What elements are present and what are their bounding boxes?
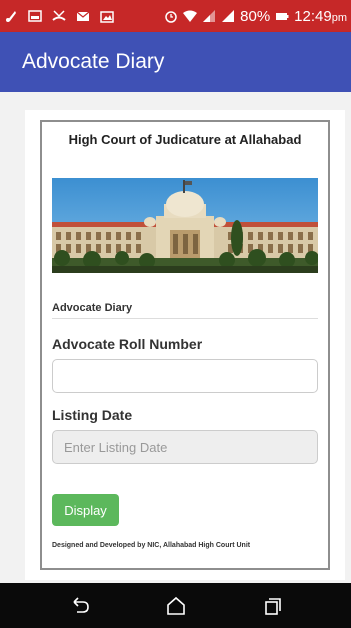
status-bar: 80% 12:49pm [0,0,351,32]
alarm-icon [164,9,178,23]
battery-percent: 80% [240,7,271,25]
image-icon [100,9,114,23]
clock: 12:49pm [294,8,347,25]
signal-icon [202,9,216,23]
app-bar: Advocate Diary [0,32,351,92]
credit-text: Designed and Developed by NIC, Allahabad… [52,542,251,549]
clock-suffix: pm [331,11,347,24]
section-divider [52,318,318,319]
back-icon[interactable] [68,594,92,618]
display-button[interactable]: Display [52,494,119,526]
home-icon[interactable] [164,594,188,618]
email-icon [76,9,90,23]
recents-icon[interactable] [261,594,285,618]
clock-time: 12:49 [294,7,332,25]
roll-number-label: Advocate Roll Number [52,336,203,352]
listing-date-input[interactable] [52,430,318,464]
navigation-bar [0,583,351,628]
wifi-icon [183,9,198,23]
roll-number-input[interactable] [52,359,318,393]
signal-icon [221,9,235,23]
gallery-icon [28,9,42,23]
app-notification-icon [4,9,18,23]
section-label: Advocate Diary [52,302,133,314]
high-court-banner-image [52,178,318,273]
missed-call-icon [52,9,66,23]
system-status: 80% 12:49pm [164,8,347,25]
listing-date-label: Listing Date [52,407,133,423]
court-title: High Court of Judicature at Allahabad [68,132,302,147]
battery-icon [275,9,289,23]
notification-icons [4,9,114,23]
app-title: Advocate Diary [22,50,165,73]
